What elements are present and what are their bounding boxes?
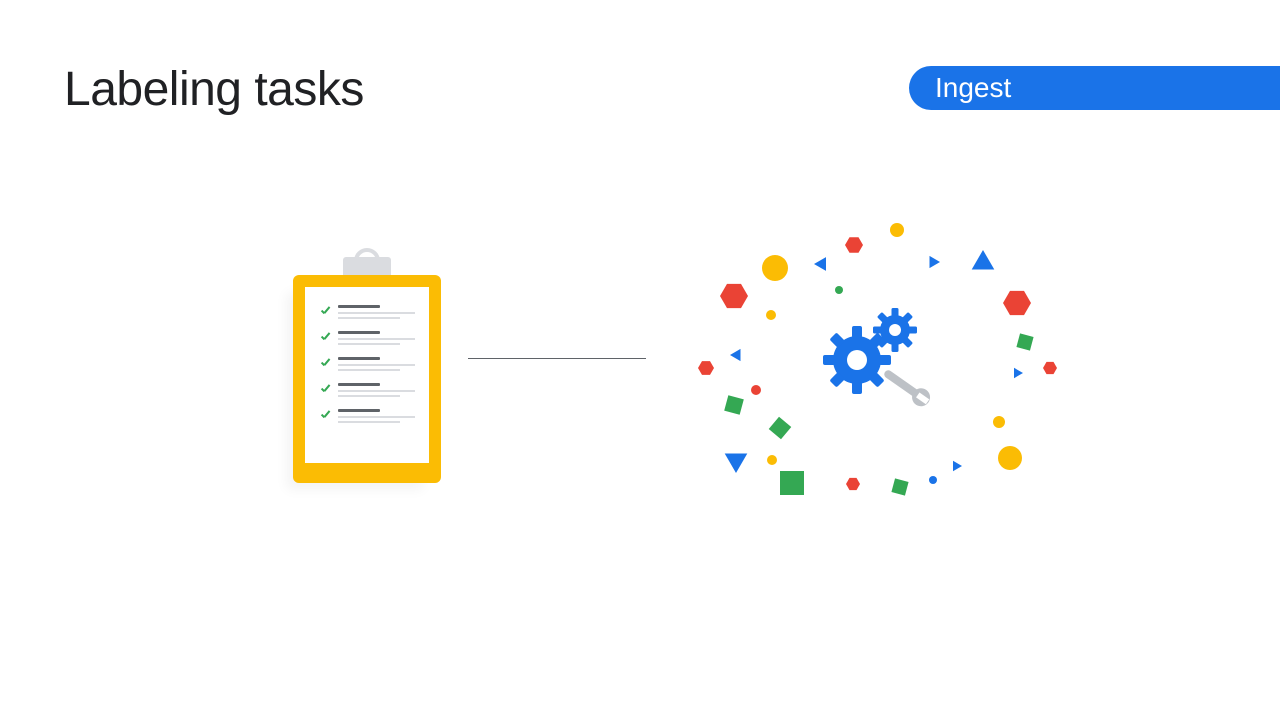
data-cluster-icon [672,200,1072,520]
cluster-shape [835,286,843,294]
task-row [319,383,415,397]
cluster-shape [972,250,995,270]
connector-line [468,358,646,359]
cluster-shape [751,385,761,395]
task-row [319,409,415,423]
page-title: Labeling tasks [64,62,364,117]
checkmark-icon [319,358,330,369]
gear-small-icon [873,308,917,352]
task-row [319,331,415,345]
cluster-shape [846,478,860,490]
clipboard-icon [293,257,441,465]
cluster-shape [780,471,804,495]
stage-pill-ingest: Ingest [909,66,1280,110]
cluster-shape [1014,368,1023,378]
checkmark-icon [319,410,330,421]
wrench-icon [880,365,934,410]
cluster-shape [930,256,941,268]
cluster-shape [929,476,937,484]
cluster-shape [953,461,962,471]
cluster-shape [767,455,777,465]
cluster-shape [725,454,748,474]
checkmark-icon [319,306,330,317]
checkmark-icon [319,332,330,343]
cluster-shape [845,237,863,253]
checkmark-icon [319,384,330,395]
cluster-shape [1043,362,1057,374]
cluster-shape [766,310,776,320]
cluster-shape [762,255,788,281]
cluster-shape [998,446,1022,470]
cluster-shape [698,361,714,375]
gear-large-icon [823,326,891,394]
task-row [319,357,415,371]
cluster-shape [1016,333,1033,350]
cluster-shape [993,416,1005,428]
cluster-shape [769,417,792,440]
cluster-shape [890,223,904,237]
cluster-shape [814,257,826,271]
cluster-shape [1003,291,1031,315]
task-row [319,305,415,319]
cluster-shape [724,395,744,415]
cluster-shape [891,478,908,495]
cluster-shape [730,349,741,361]
cluster-shape [720,284,748,308]
